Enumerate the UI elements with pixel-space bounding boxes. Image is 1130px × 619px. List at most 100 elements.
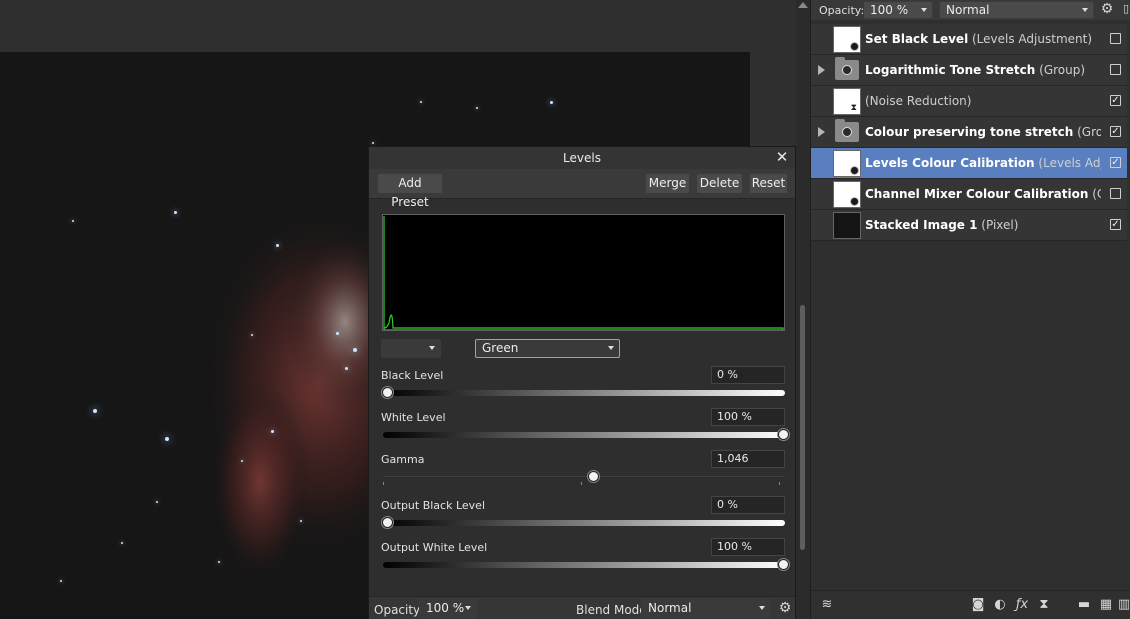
adjustment-badge-icon <box>850 42 859 51</box>
layers-panel: Opacity: 100 % Normal ⚙ ▯ Set Black Leve… <box>810 0 1130 619</box>
chevron-down-icon <box>429 346 435 350</box>
blend-mode-select[interactable]: Normal <box>641 599 771 618</box>
slider-knob[interactable] <box>382 517 393 528</box>
star <box>174 211 177 214</box>
live-filter-icon[interactable]: ⧗ <box>1036 597 1052 613</box>
trash-icon[interactable]: ▥ <box>1116 597 1130 613</box>
layer-visibility-checkbox[interactable]: ✓ <box>1110 219 1121 230</box>
expand-arrow-icon[interactable] <box>818 127 825 137</box>
layer-row[interactable]: Stacked Image 1 (Pixel) ✓ <box>811 210 1127 241</box>
layer-type-text: (Noise Reduction) <box>865 94 972 108</box>
star <box>372 142 374 144</box>
slider-tick <box>383 482 384 485</box>
merge-button[interactable]: Merge <box>645 173 690 194</box>
channel-select-value: Green <box>482 341 519 355</box>
layers-icon[interactable]: ≋ <box>819 597 835 613</box>
dialog-opacity-select[interactable]: 100 % <box>419 599 477 618</box>
layer-row[interactable]: Levels Colour Calibration (Levels Adjust… <box>811 148 1127 179</box>
layer-type-text: (Levels Adjustment) <box>968 32 1093 46</box>
histogram-curve <box>383 216 784 330</box>
slider-knob[interactable] <box>778 559 789 570</box>
scroll-thumb[interactable] <box>800 305 805 550</box>
lock-icon[interactable]: ▯ <box>1118 1 1130 17</box>
folder-icon[interactable]: ▬ <box>1076 597 1092 613</box>
layers-bottom-bar: ≋ ◙ ◐ ƒx ⧗ ▬ ▦ ▥ <box>811 590 1130 619</box>
slider-knob[interactable] <box>382 387 393 398</box>
slider-track[interactable] <box>383 562 785 568</box>
slider-label: White Level <box>381 411 446 424</box>
preset-select[interactable] <box>381 339 441 358</box>
adjustment-icon[interactable]: ◐ <box>992 597 1008 613</box>
slider-knob[interactable] <box>587 471 599 482</box>
slider-value-field[interactable]: 100 % <box>711 408 785 426</box>
layer-visibility-checkbox[interactable]: ✓ <box>1110 157 1121 168</box>
star <box>72 220 74 222</box>
layer-visibility-checkbox[interactable] <box>1110 33 1121 44</box>
layer-name-text: Logarithmic Tone Stretch <box>865 63 1036 77</box>
close-icon[interactable]: ✕ <box>774 148 790 166</box>
layer-opacity-select[interactable]: 100 % <box>863 1 933 19</box>
layer-name: Logarithmic Tone Stretch (Group) <box>865 63 1101 77</box>
star <box>156 501 158 503</box>
layer-name-text: Channel Mixer Colour Calibration <box>865 187 1089 201</box>
slider-track[interactable] <box>383 476 785 478</box>
slider-value-field[interactable]: 0 % <box>711 496 785 514</box>
layer-visibility-checkbox[interactable]: ✓ <box>1110 126 1121 137</box>
slider-label: Gamma <box>381 453 425 466</box>
gear-icon[interactable]: ⚙ <box>1099 1 1115 17</box>
layer-type-text: (Group) <box>1035 63 1086 77</box>
chevron-down-icon <box>608 346 614 350</box>
channel-select[interactable]: Green <box>475 339 620 358</box>
layer-thumbnail <box>833 26 861 53</box>
slider-track[interactable] <box>383 390 785 396</box>
delete-button[interactable]: Delete <box>696 173 743 194</box>
layer-thumbnail <box>833 212 861 239</box>
layer-thumbnail <box>833 150 861 177</box>
reset-button[interactable]: Reset <box>749 173 788 194</box>
dialog-opacity-label: Opacity: <box>374 603 424 617</box>
layer-name-text: Stacked Image 1 <box>865 218 978 232</box>
layer-visibility-checkbox[interactable] <box>1110 188 1121 199</box>
slider-label: Output White Level <box>381 541 488 554</box>
mask-icon[interactable]: ◙ <box>970 597 986 613</box>
slider-knob[interactable] <box>778 429 789 440</box>
layer-row[interactable]: Set Black Level (Levels Adjustment) <box>811 24 1127 55</box>
slider-value-field[interactable]: 1,046 <box>711 450 785 468</box>
layer-visibility-checkbox[interactable] <box>1110 64 1121 75</box>
scroll-up-icon[interactable] <box>798 2 808 8</box>
layer-type-text: (Pixel) <box>977 218 1019 232</box>
layer-name: Channel Mixer Colour Calibration (Chan… <box>865 187 1101 201</box>
add-preset-button[interactable]: Add Preset <box>377 173 443 209</box>
star <box>550 101 553 104</box>
levels-title: Levels <box>369 147 795 169</box>
layer-name: Stacked Image 1 (Pixel) <box>865 218 1101 232</box>
layer-row[interactable]: Channel Mixer Colour Calibration (Chan… <box>811 179 1127 210</box>
slider-value-field[interactable]: 0 % <box>711 366 785 384</box>
chevron-down-icon <box>759 606 765 610</box>
slider-track[interactable] <box>383 520 785 526</box>
layer-name-text: Set Black Level <box>865 32 969 46</box>
layer-blend-mode-select[interactable]: Normal <box>939 1 1094 19</box>
star <box>276 244 279 247</box>
expand-arrow-icon[interactable] <box>818 65 825 75</box>
fx-icon[interactable]: ƒx <box>1014 597 1030 613</box>
layer-name-text: Colour preserving tone stretch <box>865 125 1074 139</box>
slider-value-field[interactable]: 100 % <box>711 538 785 556</box>
layer-row[interactable]: Colour preserving tone stretch (Group) ✓ <box>811 117 1127 148</box>
layer-thumbnail: ⧗ <box>833 88 861 115</box>
grid-icon[interactable]: ▦ <box>1098 597 1114 613</box>
layer-row[interactable]: ⧗ (Noise Reduction) ✓ <box>811 86 1127 117</box>
star <box>345 367 348 370</box>
slider-track[interactable] <box>383 432 785 438</box>
layers-toolbar: Opacity: 100 % Normal ⚙ ▯ <box>811 0 1130 20</box>
slider-label: Black Level <box>381 369 444 382</box>
layer-type-text: (Chan… <box>1092 187 1101 201</box>
layer-row[interactable]: Logarithmic Tone Stretch (Group) <box>811 55 1127 86</box>
layer-visibility-checkbox[interactable]: ✓ <box>1110 95 1121 106</box>
star <box>251 334 253 336</box>
dialog-opacity-value: 100 % <box>426 601 465 615</box>
group-folder-icon <box>835 57 859 80</box>
vertical-scrollbar[interactable] <box>796 0 810 619</box>
gear-icon[interactable]: ⚙ <box>777 600 793 616</box>
blend-mode-value: Normal <box>648 601 692 615</box>
